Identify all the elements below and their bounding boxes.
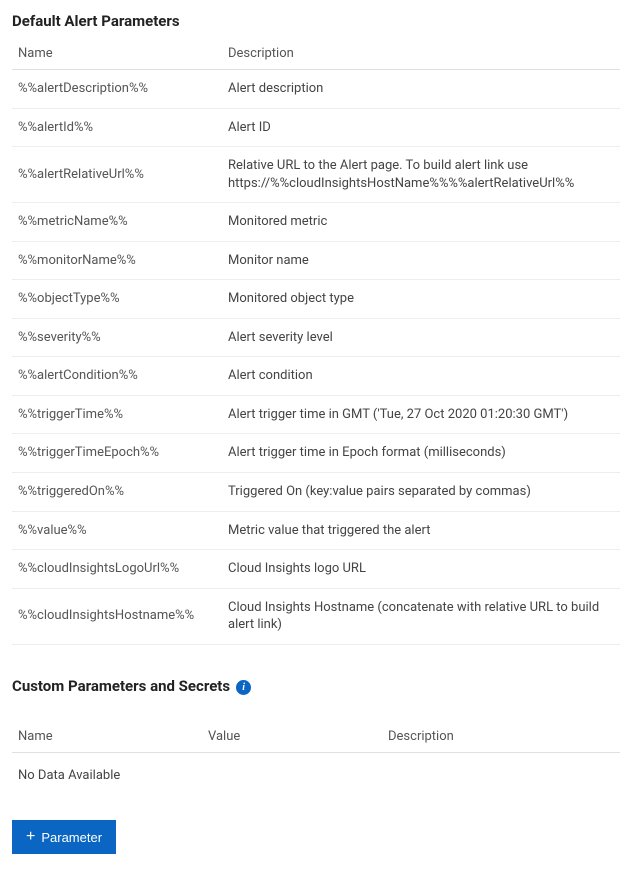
param-name: %%alertCondition%% <box>12 357 222 396</box>
add-parameter-button[interactable]: + Parameter <box>12 820 116 854</box>
table-row: %%metricName%%Monitored metric <box>12 203 620 242</box>
param-desc: Monitored object type <box>222 280 620 319</box>
table-row: %%triggeredOn%%Triggered On (key:value p… <box>12 473 620 512</box>
param-desc: Metric value that triggered the alert <box>222 511 620 550</box>
param-desc: Cloud Insights Hostname (concatenate wit… <box>222 588 620 644</box>
param-name: %%alertRelativeUrl%% <box>12 147 222 203</box>
param-name: %%triggeredOn%% <box>12 473 222 512</box>
custom-params-title: Custom Parameters and Secrets <box>12 673 230 703</box>
table-row: %%cloudInsightsLogoUrl%%Cloud Insights l… <box>12 550 620 589</box>
default-params-table: Name Description %%alertDescription%%Ale… <box>12 38 620 645</box>
param-desc: Alert trigger time in GMT ('Tue, 27 Oct … <box>222 395 620 434</box>
col-name: Name <box>12 721 202 753</box>
param-desc: Alert condition <box>222 357 620 396</box>
param-desc: Alert ID <box>222 108 620 147</box>
table-row: %%alertCondition%%Alert condition <box>12 357 620 396</box>
table-row: %%triggerTimeEpoch%%Alert trigger time i… <box>12 434 620 473</box>
no-data-row: No Data Available <box>12 752 620 798</box>
param-desc: Triggered On (key:value pairs separated … <box>222 473 620 512</box>
param-name: %%alertDescription%% <box>12 70 222 109</box>
param-name: %%objectType%% <box>12 280 222 319</box>
param-name: %%severity%% <box>12 318 222 357</box>
param-desc: Cloud Insights logo URL <box>222 550 620 589</box>
col-name: Name <box>12 38 222 70</box>
param-desc: Alert severity level <box>222 318 620 357</box>
param-name: %%alertId%% <box>12 108 222 147</box>
param-desc: Alert description <box>222 70 620 109</box>
table-row: %%alertDescription%%Alert description <box>12 70 620 109</box>
col-value: Value <box>202 721 382 753</box>
param-name: %%cloudInsightsLogoUrl%% <box>12 550 222 589</box>
table-row: %%alertId%%Alert ID <box>12 108 620 147</box>
custom-params-table: Name Value Description No Data Available <box>12 721 620 799</box>
default-params-title: Default Alert Parameters <box>12 8 620 38</box>
param-desc: Alert trigger time in Epoch format (mill… <box>222 434 620 473</box>
add-parameter-label: Parameter <box>41 830 102 845</box>
param-name: %%cloudInsightsHostname%% <box>12 588 222 644</box>
param-name: %%triggerTime%% <box>12 395 222 434</box>
table-row: %%severity%%Alert severity level <box>12 318 620 357</box>
info-icon[interactable]: i <box>236 680 251 695</box>
col-desc: Description <box>222 38 620 70</box>
table-row: %%cloudInsightsHostname%%Cloud Insights … <box>12 588 620 644</box>
table-row: %%value%%Metric value that triggered the… <box>12 511 620 550</box>
col-desc: Description <box>382 721 620 753</box>
param-desc: Relative URL to the Alert page. To build… <box>222 147 620 203</box>
param-name: %%monitorName%% <box>12 241 222 280</box>
table-row: %%triggerTime%%Alert trigger time in GMT… <box>12 395 620 434</box>
table-row: %%monitorName%%Monitor name <box>12 241 620 280</box>
table-row: %%objectType%%Monitored object type <box>12 280 620 319</box>
plus-icon: + <box>26 829 35 845</box>
param-name: %%value%% <box>12 511 222 550</box>
param-name: %%metricName%% <box>12 203 222 242</box>
param-desc: Monitor name <box>222 241 620 280</box>
table-row: %%alertRelativeUrl%%Relative URL to the … <box>12 147 620 203</box>
no-data-text: No Data Available <box>12 752 620 798</box>
param-name: %%triggerTimeEpoch%% <box>12 434 222 473</box>
param-desc: Monitored metric <box>222 203 620 242</box>
